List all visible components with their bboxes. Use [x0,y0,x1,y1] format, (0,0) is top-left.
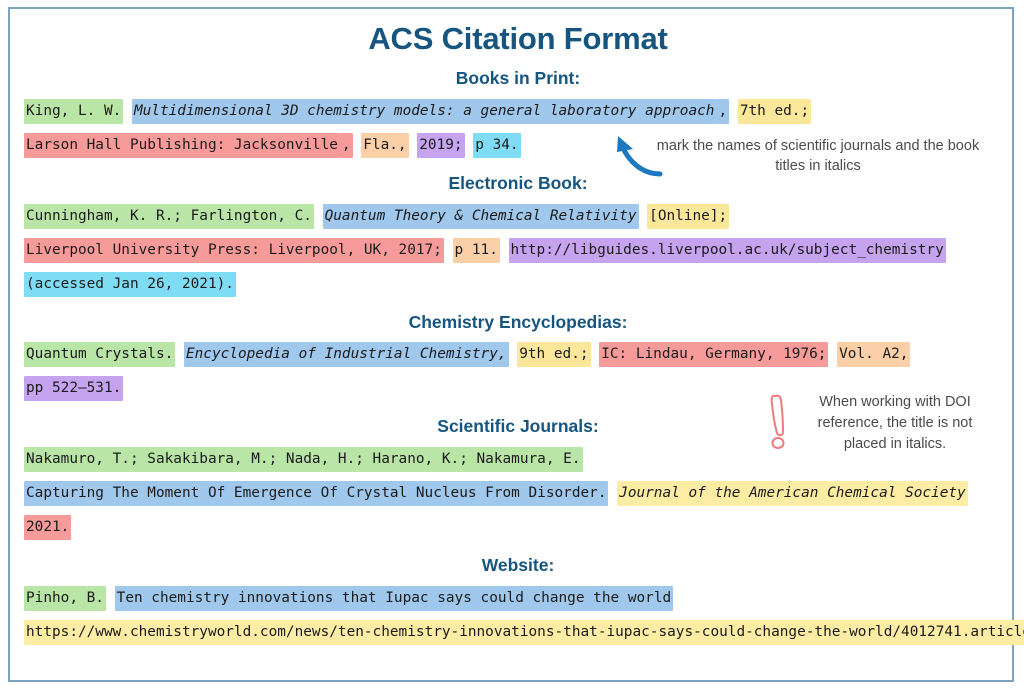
article-title-segment: Capturing The Moment Of Emergence Of Cry… [24,481,609,507]
pages-segment: pp 522–531. [24,376,124,402]
title-trailing-comma: , [716,98,730,124]
volume-segment: Vol. A2, [837,342,911,368]
medium-segment: [Online]; [647,203,730,229]
citation-format-page: ACS Citation Format Books in Print: King… [0,0,1024,692]
authors-segment: Nakamuro, T.; Sakakibara, M.; Nada, H.; … [24,447,583,473]
page-title-segment: Ten chemistry innovations that Iupac say… [114,585,674,611]
url-segment[interactable]: http://libguides.liverpool.ac.uk/subject… [508,237,946,263]
year-segment: 2021. [24,515,72,541]
annotation-doi-note: When working with DOI reference, the tit… [817,394,973,452]
section-heading-chemistry-encyclopedias: Chemistry Encyclopedias: [408,311,628,332]
publisher-segment: Larson Hall Publishing: Jacksonville [24,132,340,158]
citation-website: Pinho, B. Ten chemistry innovations that… [22,581,1024,649]
annotation-italics-note: mark the names of scientific journals an… [656,138,980,174]
accessed-date-segment: (accessed Jan 26, 2021). [24,271,236,297]
edition-segment: 9th ed.; [517,342,591,368]
authors-segment: Cunningham, K. R.; Farlington, C. [24,203,314,229]
author-segment: King, L. W. [24,98,124,124]
pages-segment: p 34. [473,132,521,158]
publisher-segment: Liverpool University Press: Liverpool, U… [24,237,444,263]
citation-scientific-journals: Nakamuro, T.; Sakakibara, M.; Nada, H.; … [22,442,1014,544]
citation-electronic-book: Cunningham, K. R.; Farlington, C. Quantu… [22,199,1014,301]
exclamation-mark-icon [770,394,785,449]
publisher-segment: IC: Lindau, Germany, 1976; [599,342,829,368]
entry-title-segment: Quantum Crystals. [24,342,176,368]
edition-segment: 7th ed.; [737,98,812,124]
journal-name-segment: Journal of the American Chemical Society [617,481,968,507]
place-segment: Fla., [361,132,409,158]
author-segment: Pinho, B. [24,585,106,611]
book-title-segment: Multidimensional 3D chemistry models: a … [131,98,717,124]
section-heading-books-in-print: Books in Print: [455,68,581,89]
publisher-trailing-comma: , [339,132,353,158]
year-segment: 2019; [417,132,465,158]
section-heading-website: Website: [481,555,555,576]
pages-segment: p 11. [452,237,500,263]
book-title-segment: Quantum Theory & Chemical Relativity [322,203,639,229]
url-segment[interactable]: https://www.chemistryworld.com/news/ten-… [24,619,1024,645]
page-content: ACS Citation Format Books in Print: King… [0,0,1024,692]
page-title: ACS Citation Format [368,21,668,56]
work-title-segment: Encyclopedia of Industrial Chemistry, [183,342,509,368]
